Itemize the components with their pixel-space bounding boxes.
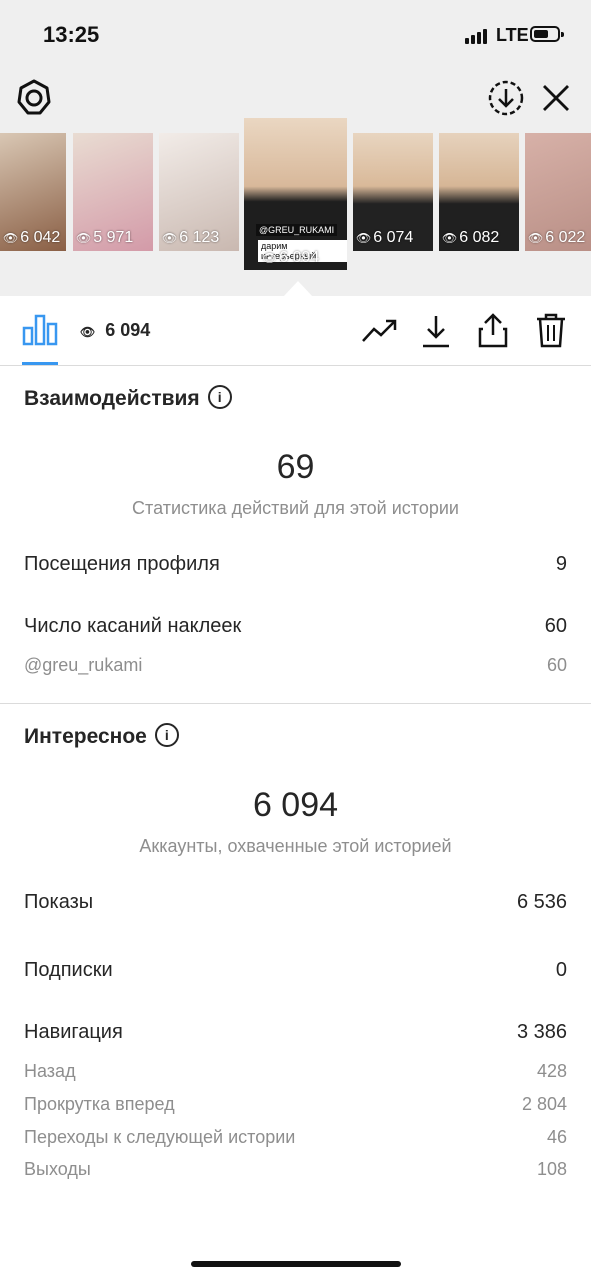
bar-chart-icon[interactable] <box>22 314 58 346</box>
stories-carousel: 👁 6 042 👁 5 971 👁 6 123 @GREU_RUKAMI дарим … <box>0 118 591 278</box>
interactions-total: 69 <box>276 448 315 486</box>
info-icon[interactable]: i <box>207 385 232 410</box>
nav-row: Переходы к следующей истории 46 <box>24 1127 567 1147</box>
story-views: 👁 6 094 <box>262 249 320 266</box>
story-views: 👁 6 042 <box>3 229 61 246</box>
story-thumbnail[interactable]: 👁 5 971 <box>73 133 153 251</box>
interactions-title: Взаимодействия i <box>24 385 232 411</box>
story-thumbnail[interactable]: 👁 6 042 <box>0 133 66 251</box>
info-icon[interactable]: i <box>154 723 179 748</box>
section-divider <box>0 703 591 704</box>
status-bar: 13:25 LTE <box>0 0 591 72</box>
stat-row: Число касаний наклеек 60 <box>24 615 567 637</box>
signal-icon <box>465 28 491 44</box>
stat-row: Подписки 0 <box>24 959 567 981</box>
close-icon[interactable] <box>540 82 572 114</box>
discovery-subtitle: Аккаунты, охваченные этой историей <box>139 836 452 856</box>
save-story-icon[interactable] <box>486 78 526 118</box>
download-icon[interactable] <box>420 313 452 349</box>
story-mention: @GREU_RUKAMI <box>256 224 338 236</box>
discovery-title: Интересное i <box>24 723 179 749</box>
nav-row: Назад 428 <box>24 1061 567 1081</box>
stories-header: 13:25 LTE 👁 6 042 👁 5 971 👁 6 123 @GREU_RUK… <box>0 0 591 297</box>
story-views: 👁 6 082 <box>442 229 500 246</box>
home-indicator[interactable] <box>191 1261 401 1267</box>
share-icon[interactable] <box>477 313 509 349</box>
stat-row: Показы 6 536 <box>24 891 567 913</box>
network-label: LTE <box>496 25 529 45</box>
stat-row: Навигация 3 386 <box>24 1021 567 1043</box>
status-time: 13:25 <box>43 22 100 47</box>
interactions-subtitle: Статистика действий для этой истории <box>132 498 459 518</box>
story-views: 👁 6 123 <box>162 229 220 246</box>
story-thumbnail[interactable]: 👁 6 074 <box>353 133 433 251</box>
eye-icon: 👁 <box>80 325 96 339</box>
story-thumbnail[interactable]: 👁 6 123 <box>159 133 239 251</box>
story-views: 👁 5 971 <box>76 229 134 246</box>
stat-row: Посещения профиля 9 <box>24 553 567 575</box>
nav-row: Выходы 108 <box>24 1159 567 1179</box>
insights-toolbar: 👁 6 094 <box>0 296 591 366</box>
delete-icon[interactable] <box>535 313 567 349</box>
story-thumbnail[interactable]: 👁 6 022 <box>525 133 591 251</box>
story-thumbnail-selected[interactable]: @GREU_RUKAMI дарим интерьерный 👁 6 094 <box>244 118 347 270</box>
battery-icon <box>530 26 564 42</box>
story-views: 👁 6 074 <box>356 229 414 246</box>
trending-icon[interactable] <box>360 313 398 347</box>
story-views: 👁 6 022 <box>528 229 586 246</box>
nav-row: Прокрутка вперед 2 804 <box>24 1094 567 1114</box>
active-tab-indicator <box>22 362 58 365</box>
settings-icon[interactable] <box>14 78 54 118</box>
reach-count: 👁 6 094 <box>80 320 151 340</box>
discovery-total: 6 094 <box>252 786 339 824</box>
sticker-row: @greu_rukami 60 <box>24 655 567 675</box>
selected-story-pointer <box>283 281 313 297</box>
story-thumbnail[interactable]: 👁 6 082 <box>439 133 519 251</box>
